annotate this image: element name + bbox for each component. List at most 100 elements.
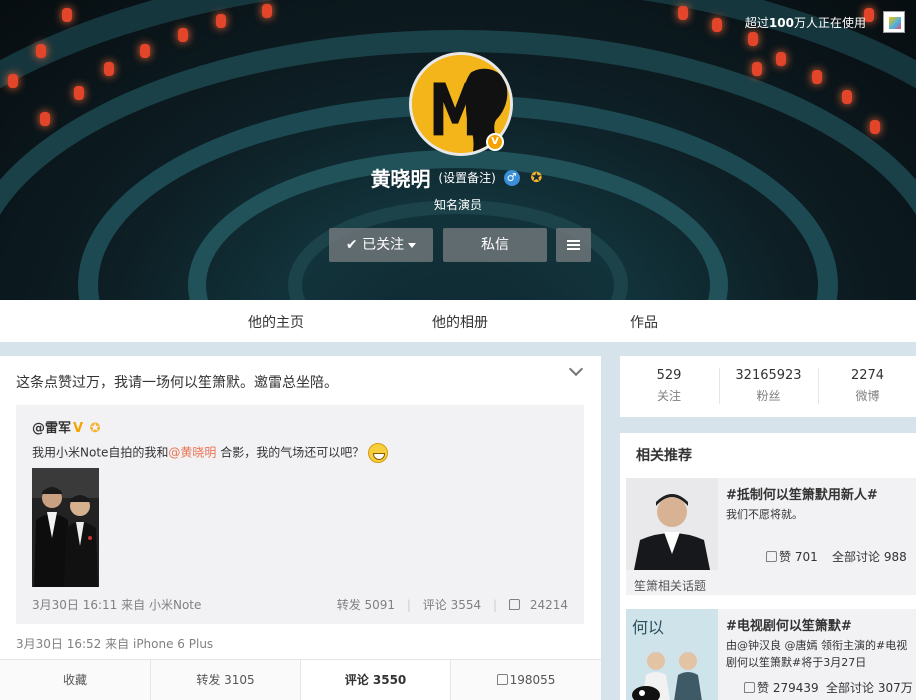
weibo-label: 微博 <box>855 389 880 403</box>
like-count: 198055 <box>509 673 556 687</box>
lantern-decoration <box>262 4 272 18</box>
grin-emoji-icon <box>368 443 389 463</box>
chevron-down-icon[interactable] <box>568 361 584 377</box>
followed-button[interactable]: ✔ 已关注 <box>329 228 433 262</box>
set-remark-link[interactable]: (设置备注) <box>438 171 495 185</box>
post-action-bar: 收藏 转发 3105 评论 3550 198055 <box>0 659 601 700</box>
following-number: 529 <box>656 368 682 383</box>
recommend-discuss-link[interactable]: 全部讨论 988 <box>832 548 907 565</box>
recommend-topic[interactable]: #抵制何以笙箫默用新人# <box>726 484 878 503</box>
recommend-thumbnail[interactable] <box>626 478 718 570</box>
repost-author-name[interactable]: @雷军 <box>32 421 71 436</box>
post-time[interactable]: 3月30日 16:52 <box>16 637 101 651</box>
followers-number: 32165923 <box>735 368 802 383</box>
tab-album[interactable]: 他的相册 <box>432 312 488 332</box>
followers-label: 粉丝 <box>756 389 781 403</box>
post-meta: 3月30日 16:52 来自 iPhone 6 Plus <box>16 635 213 652</box>
thumbs-up-icon <box>508 599 520 610</box>
lantern-decoration <box>62 8 72 22</box>
color-palette-icon[interactable] <box>883 11 905 33</box>
post-source-prefix: 来自 <box>105 637 130 651</box>
profile-tabs: 他的主页 他的相册 作品 <box>0 300 916 342</box>
verified-badge-icon: V <box>486 133 504 151</box>
repost-like[interactable]: 24214 <box>508 598 568 612</box>
lantern-decoration <box>812 70 822 84</box>
recommend-like[interactable]: 赞 279439 <box>744 679 819 696</box>
repost-stats: 转发 5091 | 评论 3554 | 24214 <box>329 596 568 613</box>
recommend-desc: 由@钟汉良 @唐嫣 领衔主演的#电视剧何以笙箫默#将于3月27日 <box>726 639 908 669</box>
hamburger-icon <box>567 240 580 250</box>
thumbs-up-icon <box>766 551 777 562</box>
followers-count[interactable]: 32165923 粉丝 <box>719 368 817 404</box>
like-button[interactable]: 198055 <box>450 660 601 700</box>
lantern-decoration <box>752 62 762 76</box>
related-topics-link[interactable]: 笙箫相关话题 <box>634 577 706 594</box>
post-source-link[interactable]: iPhone 6 Plus <box>133 637 213 651</box>
followed-label: 已关注 <box>362 237 405 253</box>
lantern-decoration <box>870 120 880 134</box>
lantern-decoration <box>842 90 852 104</box>
repost-like-count: 24214 <box>529 598 568 612</box>
check-icon: ✔ <box>345 237 358 253</box>
repost-text: 我用小米Note自拍的我和@黄晓明 合影，我的气场还可以吧？ <box>32 443 389 463</box>
medal-icon[interactable]: ✪ <box>527 170 545 186</box>
lantern-decoration <box>216 14 226 28</box>
actor-portrait <box>626 478 718 570</box>
repost-text-after: 合影，我的气场还可以吧？ <box>216 445 365 460</box>
thumbs-up-icon <box>496 674 508 685</box>
note-suffix: 万人正在使用 <box>793 16 866 30</box>
svg-text:何以: 何以 <box>632 618 664 637</box>
lantern-decoration <box>678 6 688 20</box>
post-photo-thumbnail[interactable] <box>32 468 99 587</box>
drama-poster: 何以 <box>626 609 718 700</box>
recommend-item[interactable]: #抵制何以笙箫默用新人# 我们不愿将就。 赞 701 全部讨论 988 笙箫相关… <box>626 478 916 595</box>
divider: | <box>406 598 411 612</box>
tab-home[interactable]: 他的主页 <box>248 312 304 332</box>
following-count[interactable]: 529 关注 <box>620 368 718 404</box>
repost-author[interactable]: @雷军 V ✪ <box>32 417 108 437</box>
medal-icon: ✪ <box>89 420 101 436</box>
repost-forward-count[interactable]: 转发 5091 <box>337 598 395 612</box>
collect-button[interactable]: 收藏 <box>0 660 150 700</box>
related-recommendations: 相关推荐 #抵制何以笙箫默用新人# 我们不愿将就。 赞 701 全部讨论 988… <box>620 433 916 700</box>
selfie-photo <box>32 468 99 587</box>
user-count-note: 超过100万人正在使用 <box>745 14 866 31</box>
lantern-decoration <box>74 86 84 100</box>
recommend-like-count: 赞 701 <box>779 550 818 564</box>
recommend-desc: 我们不愿将就。 <box>726 508 803 521</box>
recommend-item[interactable]: 何以 #电视剧何以笙箫默# 由@钟汉良 @唐嫣 领衔主演的#电视剧何以笙箫默#将… <box>626 609 916 700</box>
recommend-discuss-link[interactable]: 全部讨论 307万 <box>826 679 913 696</box>
tab-works[interactable]: 作品 <box>630 312 658 332</box>
repost-comment-count[interactable]: 评论 3554 <box>423 598 481 612</box>
mention-link[interactable]: @黄晓明 <box>168 446 216 460</box>
repost-source-link[interactable]: 小米Note <box>149 598 201 612</box>
lantern-decoration <box>104 62 114 76</box>
note-prefix: 超过 <box>744 16 769 30</box>
lantern-decoration <box>776 52 786 66</box>
verified-v-icon: V <box>73 421 84 436</box>
comment-button[interactable]: 评论 3550 <box>300 660 450 700</box>
weibo-post-card: 这条点赞过万，我请一场何以笙箫默。邀雷总坐陪。 @雷军 V ✪ 我用小米Note自… <box>0 356 601 700</box>
weibo-number: 2274 <box>850 368 885 383</box>
weibo-count[interactable]: 2274 微博 <box>818 368 916 404</box>
repost-time[interactable]: 3月30日 16:11 <box>32 598 117 612</box>
more-menu-button[interactable] <box>556 228 591 262</box>
divider: | <box>492 598 497 612</box>
recommend-like[interactable]: 赞 701 <box>766 548 818 565</box>
recommend-topic[interactable]: #电视剧何以笙箫默# <box>726 615 852 634</box>
repost-meta: 3月30日 16:11 来自 小米Note <box>32 596 201 613</box>
lantern-decoration <box>140 44 150 58</box>
post-text: 这条点赞过万，我请一场何以笙箫默。邀雷总坐陪。 <box>16 375 338 391</box>
reposted-content: @雷军 V ✪ 我用小米Note自拍的我和@黄晓明 合影，我的气场还可以吧？ 3… <box>16 405 584 624</box>
repost-source-prefix: 来自 <box>121 598 146 612</box>
profile-name: 黄晓明 <box>370 167 431 191</box>
message-button[interactable]: 私信 <box>443 228 547 262</box>
recommend-thumbnail[interactable]: 何以 <box>626 609 718 700</box>
recommend-title: 相关推荐 <box>636 448 692 464</box>
verification-text: 知名演员 <box>433 198 482 212</box>
caret-down-icon <box>408 242 417 248</box>
repost-button[interactable]: 转发 3105 <box>150 660 300 700</box>
thumbs-up-icon <box>744 682 755 693</box>
gender-male-icon: ♂ <box>503 169 520 186</box>
lantern-decoration <box>178 28 188 42</box>
